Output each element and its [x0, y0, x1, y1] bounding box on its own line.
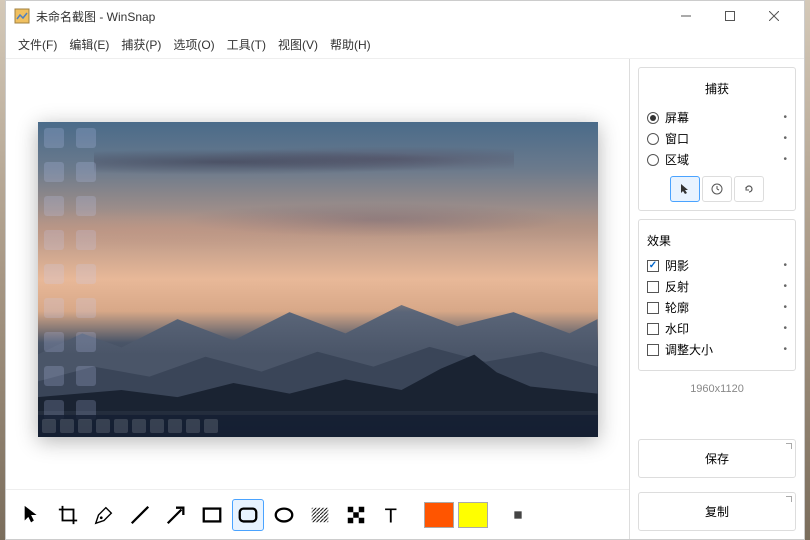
effect-outline[interactable]: 轮廓 • [647, 299, 787, 316]
radio-icon [647, 154, 659, 166]
screenshot-preview[interactable] [38, 122, 598, 437]
capture-mode-buttons [647, 176, 787, 202]
window-controls [664, 1, 796, 31]
arrow-tool[interactable] [160, 499, 192, 531]
save-button[interactable]: 保存 [638, 439, 796, 478]
color-orange[interactable] [424, 502, 454, 528]
radio-icon [647, 133, 659, 145]
menu-help[interactable]: 帮助(H) [330, 36, 371, 53]
svg-text:T: T [385, 505, 397, 526]
checkbox-icon [647, 302, 659, 314]
blur-tool[interactable] [304, 499, 336, 531]
content-area: T 捕获 屏幕 • 窗口 • [6, 59, 804, 539]
close-button[interactable] [752, 1, 796, 31]
menu-file[interactable]: 文件(F) [18, 36, 57, 53]
rounded-rect-tool[interactable] [232, 499, 264, 531]
titlebar: 未命名截图 - WinSnap [6, 1, 804, 31]
menu-capture[interactable]: 捕获(P) [121, 36, 161, 53]
rectangle-tool[interactable] [196, 499, 228, 531]
preview-container [6, 59, 629, 489]
effects-panel: 效果 阴影 • 反射 • 轮廓 • 水印 [638, 219, 796, 371]
capture-panel: 捕获 屏幕 • 窗口 • 区域 • [638, 67, 796, 211]
dimensions-label: 1960x1120 [638, 379, 796, 399]
cursor-mode-button[interactable] [670, 176, 700, 202]
checkbox-icon [647, 323, 659, 335]
menubar: 文件(F) 编辑(E) 捕获(P) 选项(O) 工具(T) 视图(V) 帮助(H… [6, 31, 804, 59]
effect-watermark[interactable]: 水印 • [647, 320, 787, 337]
dropdown-corner-icon [786, 496, 792, 502]
capture-window-option[interactable]: 窗口 • [647, 130, 787, 147]
line-tool[interactable] [124, 499, 156, 531]
stroke-width-tool[interactable] [502, 499, 534, 531]
text-tool[interactable]: T [376, 499, 408, 531]
crop-tool[interactable] [52, 499, 84, 531]
pen-tool[interactable] [88, 499, 120, 531]
repeat-button[interactable] [734, 176, 764, 202]
capture-title: 捕获 [647, 76, 787, 105]
pointer-tool[interactable] [16, 499, 48, 531]
capture-region-option[interactable]: 区域 • [647, 151, 787, 168]
app-icon [14, 8, 30, 24]
checkbox-icon [647, 281, 659, 293]
menu-view[interactable]: 视图(V) [278, 36, 318, 53]
effect-resize[interactable]: 调整大小 • [647, 341, 787, 358]
effect-reflection[interactable]: 反射 • [647, 278, 787, 295]
pixelate-tool[interactable] [340, 499, 372, 531]
tool-toolbar: T [6, 489, 629, 539]
color-yellow[interactable] [458, 502, 488, 528]
effect-shadow[interactable]: 阴影 • [647, 257, 787, 274]
delay-button[interactable] [702, 176, 732, 202]
app-window: 未命名截图 - WinSnap 文件(F) 编辑(E) 捕获(P) 选项(O) … [5, 0, 805, 540]
checkbox-icon [647, 344, 659, 356]
window-title: 未命名截图 - WinSnap [36, 8, 664, 25]
radio-icon [647, 112, 659, 124]
ellipse-tool[interactable] [268, 499, 300, 531]
sidebar: 捕获 屏幕 • 窗口 • 区域 • [629, 59, 804, 539]
menu-edit[interactable]: 编辑(E) [69, 36, 109, 53]
menu-tools[interactable]: 工具(T) [227, 36, 266, 53]
minimize-button[interactable] [664, 1, 708, 31]
menu-options[interactable]: 选项(O) [173, 36, 214, 53]
dropdown-corner-icon [786, 443, 792, 449]
checkbox-icon [647, 260, 659, 272]
capture-screen-option[interactable]: 屏幕 • [647, 109, 787, 126]
maximize-button[interactable] [708, 1, 752, 31]
canvas-area: T [6, 59, 629, 539]
copy-button[interactable]: 复制 [638, 492, 796, 531]
effects-title: 效果 [647, 228, 787, 253]
